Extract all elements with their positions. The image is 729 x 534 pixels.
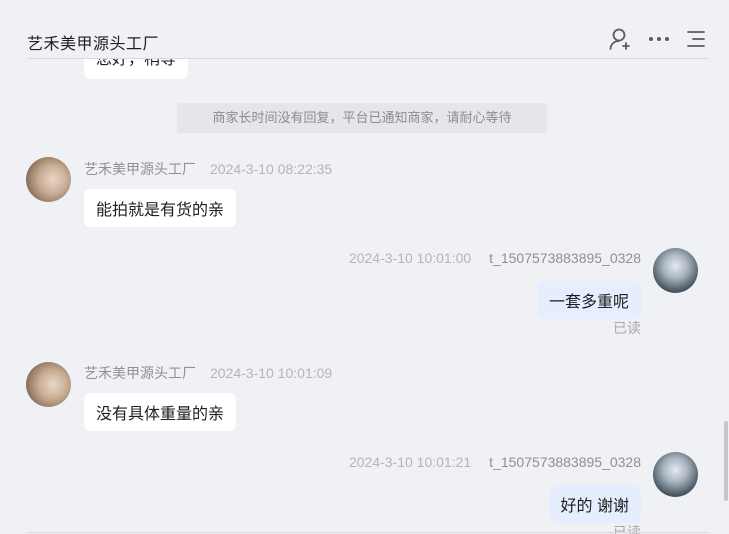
- input-divider: [27, 532, 709, 533]
- sender-name: 艺禾美甲源头工厂: [84, 161, 196, 177]
- message-bubble: 没有具体重量的亲: [84, 393, 237, 431]
- message-time: 2024-3-10 10:01:21: [348, 454, 472, 470]
- list-menu-icon[interactable]: [683, 26, 709, 52]
- message-list[interactable]: 您好，稍等 商家长时间没有回复，平台已通知商家，请耐心等待 艺禾美甲源头工厂 20…: [0, 59, 729, 534]
- message-time: 2024-3-10 10:01:00: [348, 250, 472, 266]
- message-bubble: 您好，稍等: [84, 59, 189, 79]
- message-bubble: 好的 谢谢: [548, 485, 641, 523]
- message-meta: 2024-3-10 10:01:21 t_1507573883895_0328: [349, 454, 641, 470]
- message-time: 2024-3-10 08:22:35: [210, 161, 333, 177]
- message-meta: 艺禾美甲源头工厂 2024-3-10 08:22:35: [84, 159, 332, 179]
- sender-name: t_1507573883895_0328: [489, 454, 641, 470]
- message-bubble: 能拍就是有货的亲: [84, 189, 237, 227]
- message-meta: 艺禾美甲源头工厂 2024-3-10 10:01:09: [84, 363, 332, 383]
- user-avatar[interactable]: [653, 248, 698, 293]
- merchant-avatar[interactable]: [26, 157, 71, 202]
- merchant-avatar[interactable]: [26, 362, 71, 407]
- chat-title: 艺禾美甲源头工厂: [27, 36, 160, 53]
- scrollbar-thumb[interactable]: [724, 421, 728, 501]
- message-bubble: 一套多重呢: [536, 281, 641, 319]
- sender-name: t_1507573883895_0328: [489, 250, 641, 266]
- sender-name: 艺禾美甲源头工厂: [84, 365, 196, 381]
- read-status: 已读: [613, 320, 641, 336]
- chat-header: 艺禾美甲源头工厂: [0, 0, 729, 59]
- user-avatar[interactable]: [653, 452, 698, 497]
- message-meta: 2024-3-10 10:01:00 t_1507573883895_0328: [349, 250, 641, 266]
- message-time: 2024-3-10 10:01:09: [210, 365, 333, 381]
- chat-window: 艺禾美甲源头工厂 您好，稍等 商家长时间没有回复，平台已通知商家，请耐心等待 艺…: [0, 0, 729, 534]
- more-icon[interactable]: [646, 26, 672, 52]
- user-add-icon[interactable]: [607, 26, 633, 52]
- system-notice: 商家长时间没有回复，平台已通知商家，请耐心等待: [177, 103, 547, 133]
